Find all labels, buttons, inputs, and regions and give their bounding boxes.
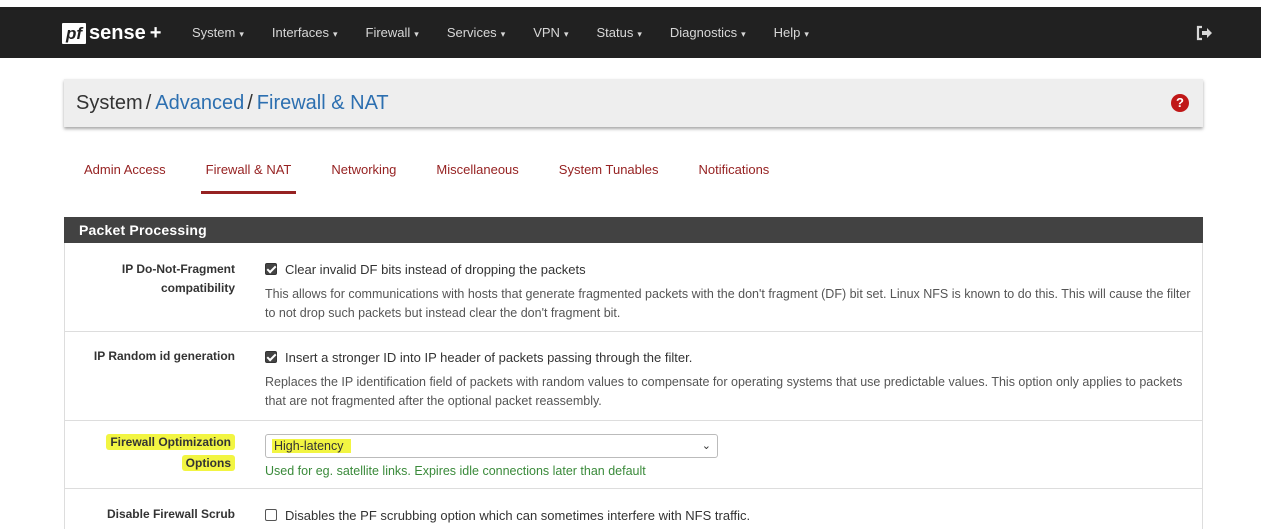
top-margin: [0, 0, 1261, 7]
tab-notifications[interactable]: Notifications: [679, 150, 790, 194]
label-line: Firewall Optimization: [65, 433, 235, 452]
section-header: Packet Processing: [64, 217, 1203, 243]
highlighted-label: Firewall Optimization: [106, 434, 235, 450]
caret-down-icon: ▾: [804, 29, 809, 39]
caret-down-icon: ▾: [637, 29, 642, 39]
nav-system-label: System: [192, 25, 236, 40]
checkbox-line: Clear invalid DF bits instead of droppin…: [265, 260, 1192, 278]
firewall-optimization-select[interactable]: High-latency ⌄: [265, 434, 718, 458]
nav-interfaces[interactable]: Interfaces ▾: [258, 25, 352, 40]
label-line: Disable Firewall Scrub: [106, 507, 235, 521]
main-menu: System ▾ Interfaces ▾ Firewall ▾ Services ▾ …: [178, 7, 823, 58]
chevron-down-icon: ⌄: [701, 440, 711, 452]
label-line: IP Random id generation: [93, 349, 235, 363]
tab-admin-access[interactable]: Admin Access: [64, 150, 186, 194]
row-label: Disable Firewall Scrub: [65, 505, 235, 524]
nav-diagnostics-label: Diagnostics: [669, 25, 738, 40]
row-ip-random-id: IP Random id generation Insert a stronge…: [64, 332, 1203, 421]
checkbox-line: Disables the PF scrubbing option which c…: [265, 506, 1192, 524]
caret-down-icon: ▾: [741, 29, 746, 39]
help-icon[interactable]: ?: [1171, 94, 1189, 112]
checkbox-label: Insert a stronger ID into IP header of p…: [285, 349, 693, 365]
highlighted-label: Options: [181, 455, 235, 471]
caret-down-icon: ▾: [563, 29, 569, 39]
nav-firewall[interactable]: Firewall ▾: [352, 25, 433, 40]
breadcrumb-separator: /: [247, 91, 253, 114]
breadcrumb-firewall-nat-link[interactable]: Firewall & NAT: [257, 92, 389, 115]
random-id-checkbox[interactable]: [265, 351, 277, 363]
nav-interfaces-label: Interfaces: [271, 25, 329, 40]
logo-text: sense: [89, 21, 146, 44]
clear-df-checkbox[interactable]: [265, 263, 277, 275]
nav-status-label: Status: [596, 25, 634, 40]
nav-firewall-label: Firewall: [365, 25, 411, 40]
row-body: Insert a stronger ID into IP header of p…: [265, 348, 1192, 411]
breadcrumb-separator: /: [145, 91, 152, 114]
row-disable-firewall-scrub: Disable Firewall Scrub Disables the PF s…: [64, 489, 1203, 529]
row-body: Clear invalid DF bits instead of droppin…: [265, 260, 1192, 323]
logout-icon-svg: [1196, 25, 1212, 41]
tab-system-tunables[interactable]: System Tunables: [539, 150, 679, 194]
breadcrumb-root: System: [76, 91, 143, 114]
navbar: pf sense + System ▾ Interfaces ▾ Firewall ▾…: [0, 7, 1261, 58]
select-value: High-latency: [272, 439, 352, 453]
nav-status[interactable]: Status ▾: [582, 25, 655, 40]
breadcrumb-advanced-link[interactable]: Advanced: [155, 92, 244, 115]
checkbox-label: Disables the PF scrubbing option which c…: [285, 507, 751, 523]
nav-vpn-label: VPN: [533, 25, 560, 40]
disable-scrub-checkbox[interactable]: [265, 509, 277, 521]
row-description: This allows for communications with host…: [265, 287, 1191, 320]
caret-down-icon: ▾: [332, 29, 338, 39]
row-label: IP Do-Not-Fragment compatibility: [65, 260, 235, 298]
row-ip-do-not-fragment: IP Do-Not-Fragment compatibility Clear i…: [64, 243, 1203, 332]
row-body: Disables the PF scrubbing option which c…: [265, 506, 1192, 524]
label-line: Options: [65, 454, 235, 473]
checkbox-label: Clear invalid DF bits instead of droppin…: [285, 261, 586, 277]
nav-help[interactable]: Help ▾: [760, 25, 823, 40]
logo-mark: pf: [62, 22, 87, 44]
row-description: Replaces the IP identification field of …: [265, 375, 1183, 408]
nav-services[interactable]: Services ▾: [433, 25, 519, 40]
checkbox-line: Insert a stronger ID into IP header of p…: [265, 348, 1192, 366]
tab-firewall-nat[interactable]: Firewall & NAT: [186, 150, 312, 194]
label-line: compatibility: [160, 281, 235, 295]
caret-down-icon: ▾: [239, 29, 244, 39]
logo-plus: +: [149, 21, 162, 44]
nav-diagnostics[interactable]: Diagnostics ▾: [656, 25, 760, 40]
nav-help-label: Help: [773, 25, 801, 40]
label-line: IP Do-Not-Fragment: [121, 262, 235, 276]
nav-system[interactable]: System ▾: [178, 25, 258, 40]
tab-networking[interactable]: Networking: [311, 150, 416, 194]
logout-icon[interactable]: [1195, 24, 1213, 42]
caret-down-icon: ▾: [414, 29, 419, 39]
caret-down-icon: ▾: [500, 29, 506, 39]
nav-services-label: Services: [446, 25, 497, 40]
row-body: High-latency ⌄ Used for eg. satellite li…: [265, 434, 1192, 478]
tab-miscellaneous[interactable]: Miscellaneous: [416, 150, 538, 194]
pfsense-logo[interactable]: pf sense +: [62, 22, 161, 44]
row-label: IP Random id generation: [65, 347, 235, 366]
nav-vpn[interactable]: VPN ▾: [519, 25, 582, 40]
breadcrumb: System / Advanced / Firewall & NAT ?: [64, 79, 1203, 127]
select-help-text: Used for eg. satellite links. Expires id…: [265, 464, 646, 478]
tab-bar: Admin Access Firewall & NAT Networking M…: [64, 150, 789, 194]
row-label: Firewall Optimization Options: [65, 433, 235, 473]
row-firewall-optimization: Firewall Optimization Options High-laten…: [64, 421, 1203, 489]
